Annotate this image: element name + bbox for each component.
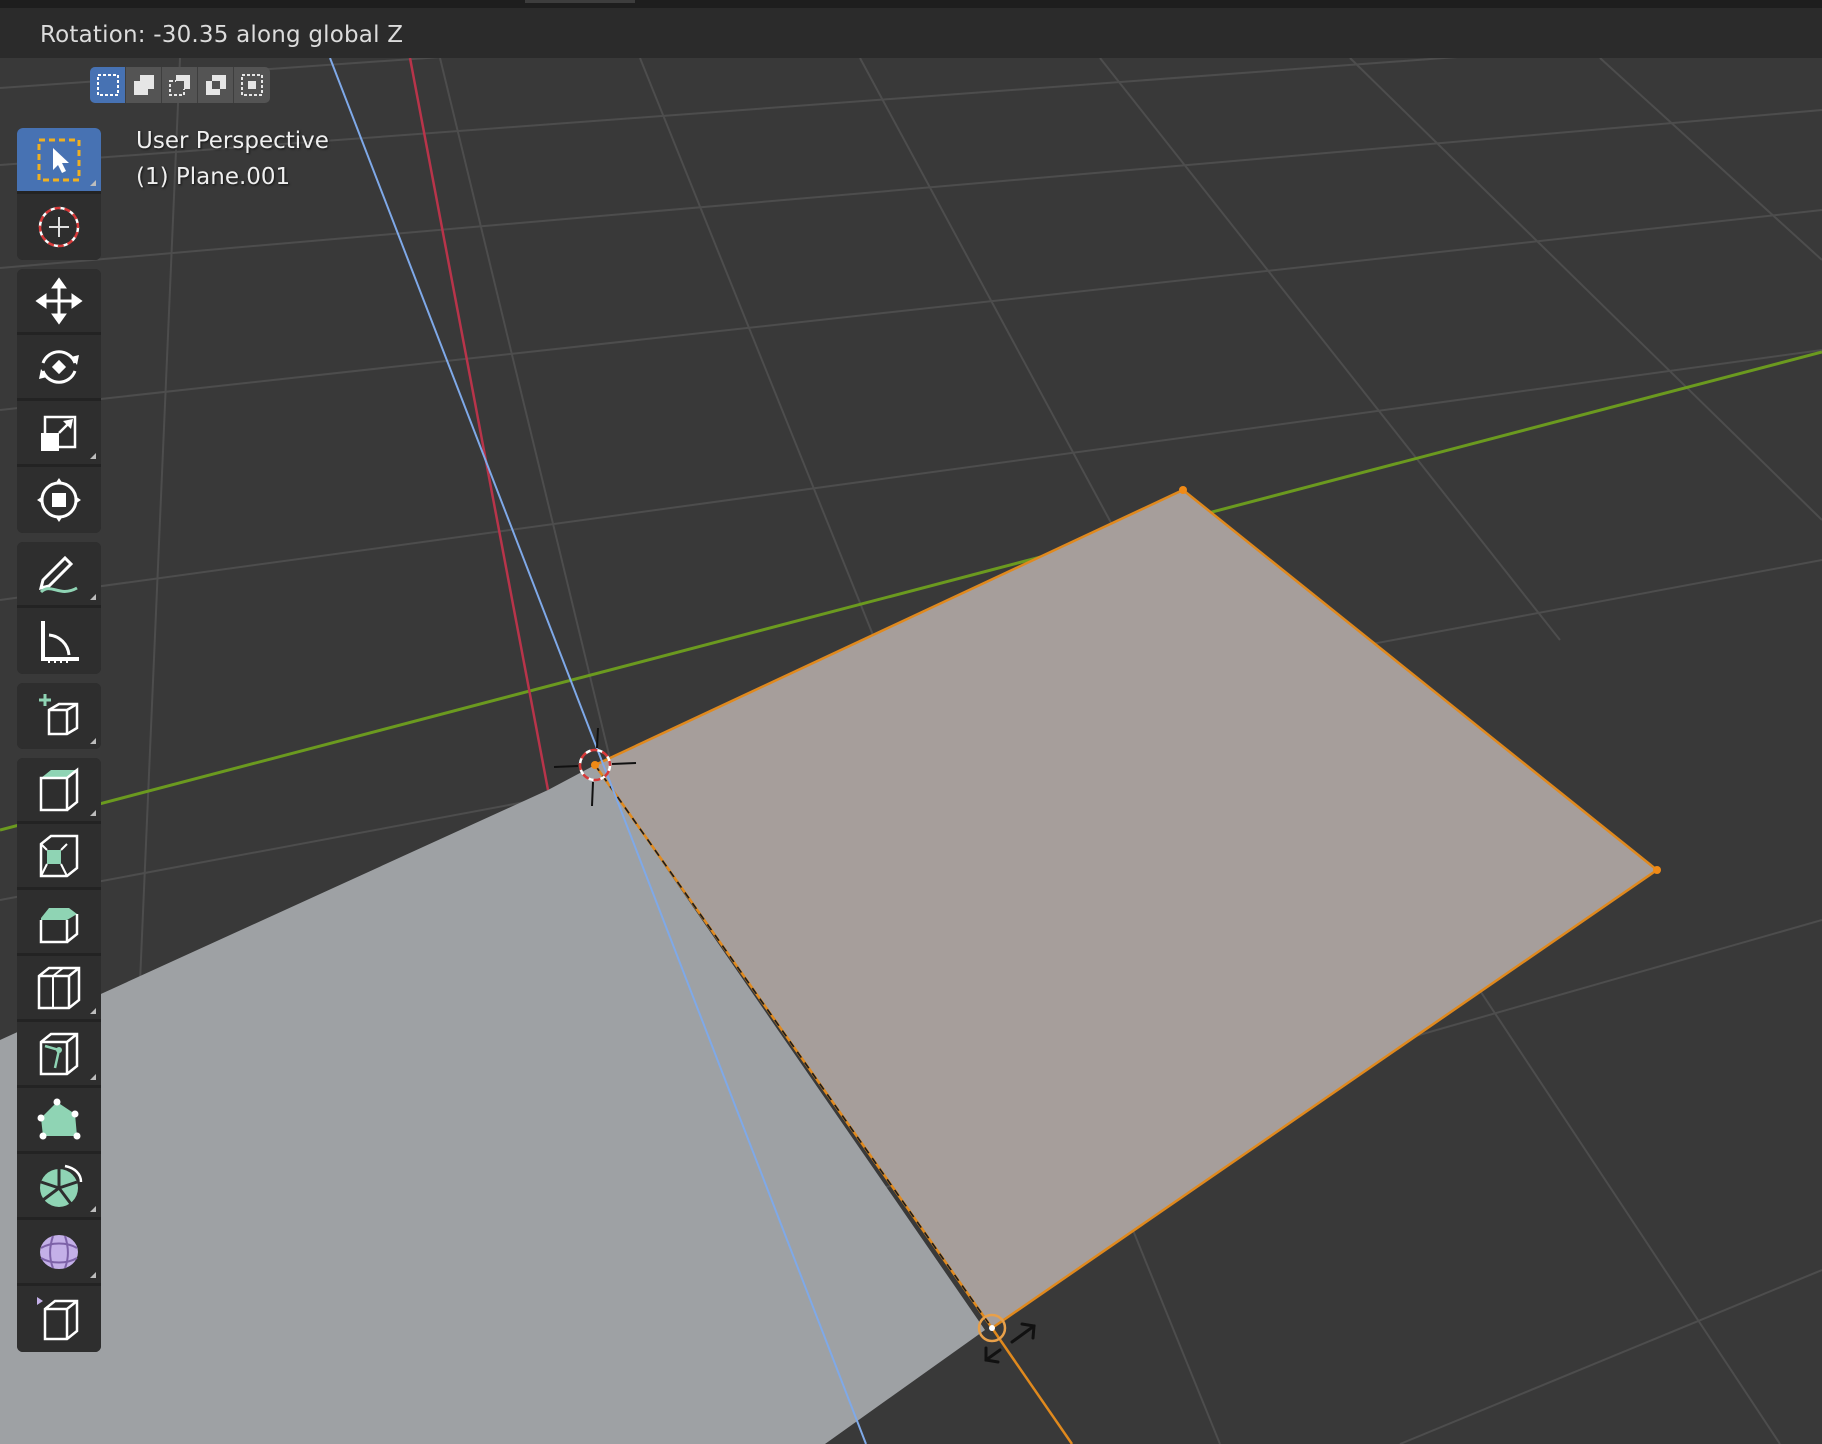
tool-variants-indicator [90,594,96,600]
poly-build-tool[interactable] [17,1088,101,1154]
annotate-tool-icon [38,555,78,593]
shrink-fatten-tool-icon [37,1297,79,1341]
scale-tool[interactable] [17,401,101,467]
mode-difference-icon [205,75,226,95]
extrude-region-tool[interactable] [17,758,101,824]
mode-set-icon [96,74,119,96]
tool-group-select [17,128,101,260]
selection-mode-buttons [90,67,270,103]
spin-tool-icon [40,1164,83,1207]
tool-variants-indicator [90,1008,96,1014]
rotate-tool-icon [39,349,79,384]
tool-variants-indicator [90,453,96,459]
vertex-dot[interactable] [1179,486,1187,494]
tool-group-add [17,683,101,749]
transform-status-text: Rotation: -30.35 along global Z [40,22,404,48]
measure-tool-icon [41,621,79,663]
select-box-tool-icon [37,138,81,181]
3d-viewport[interactable] [0,0,1822,1444]
bevel-tool-icon [39,907,79,943]
mode-extend-button[interactable] [126,67,162,103]
transform-tool-icon [37,478,81,522]
view-name-label: User Perspective [136,128,329,154]
transform-tool[interactable] [17,467,101,533]
tool-variants-indicator [90,1272,96,1278]
mode-subtract-icon [168,75,190,96]
mode-difference-button[interactable] [198,67,234,103]
mode-intersect-icon [241,74,263,96]
rotate-tool[interactable] [17,335,101,401]
select-box-tool[interactable] [17,128,101,194]
tool-variants-indicator [90,810,96,816]
vertex-dot[interactable] [591,761,599,769]
inset-faces-tool[interactable] [17,824,101,890]
tool-shelf [17,128,101,1361]
mode-intersect-button[interactable] [234,67,270,103]
add-cube-tool-icon [39,694,79,736]
vertex-dot[interactable] [1653,866,1661,874]
knife-tool[interactable] [17,1022,101,1088]
shrink-fatten-tool[interactable] [17,1286,101,1352]
loop-cut-tool[interactable] [17,956,101,1022]
header-divider [525,0,635,3]
move-tool-icon [35,276,83,325]
tool-variants-indicator [90,1074,96,1080]
poly-build-tool-icon [37,1098,81,1139]
tool-group-mesh-edit [17,758,101,1352]
x-axis-line [408,57,550,791]
cursor-tool[interactable] [17,194,101,260]
annotate-tool[interactable] [17,542,101,608]
bevel-tool[interactable] [17,890,101,956]
add-cube-tool[interactable] [17,683,101,749]
measure-tool[interactable] [17,608,101,674]
inset-faces-tool-icon [39,834,79,877]
scale-tool-icon [41,415,77,451]
mode-extend-icon [133,75,154,95]
knife-tool-icon [39,1032,79,1075]
spin-tool[interactable] [17,1154,101,1220]
loop-cut-tool-icon [37,966,81,1009]
tool-group-annotate [17,542,101,674]
header-bar: Rotation: -30.35 along global Z [0,0,1822,58]
cursor-tool-icon [38,206,80,248]
mode-subtract-button[interactable] [162,67,198,103]
tool-group-transform [17,269,101,533]
smooth-tool-icon [40,1234,78,1269]
tool-variants-indicator [90,1206,96,1212]
mode-set-button[interactable] [90,67,126,103]
tool-variants-indicator [90,738,96,744]
smooth-tool[interactable] [17,1220,101,1286]
tool-variants-indicator [90,180,96,186]
move-tool[interactable] [17,269,101,335]
extrude-region-tool-icon [39,766,79,811]
active-object-label: (1) Plane.001 [136,164,291,190]
